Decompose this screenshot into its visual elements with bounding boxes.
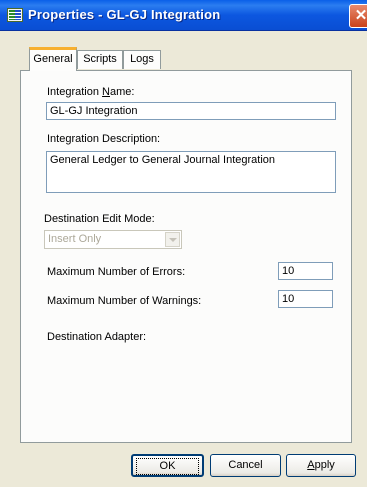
integration-name-field[interactable]: GL-GJ Integration — [46, 102, 336, 120]
destination-adapter-label: Destination Adapter: — [47, 331, 147, 343]
properties-dialog: Properties - GL-GJ Integration ✕ General… — [0, 0, 367, 487]
apply-button[interactable]: Apply — [286, 454, 356, 477]
integration-description-label: Integration Description: — [47, 133, 161, 145]
edit-mode-value: Insert Only — [48, 233, 102, 245]
window-title: Properties - GL-GJ Integration — [28, 7, 221, 22]
close-button[interactable]: ✕ — [349, 4, 367, 28]
destination-edit-mode-label: Destination Edit Mode: — [44, 213, 155, 225]
ok-button[interactable]: OK — [131, 454, 204, 477]
chevron-down-icon — [165, 232, 180, 247]
app-icon — [7, 8, 23, 22]
tab-logs[interactable]: Logs — [123, 50, 161, 69]
tab-general[interactable]: General — [29, 47, 77, 71]
title-bar[interactable]: Properties - GL-GJ Integration ✕ — [0, 0, 367, 31]
integration-name-label: Integration Name: — [47, 86, 135, 98]
integration-description-field[interactable]: General Ledger to General Journal Integr… — [46, 151, 336, 193]
max-warnings-field[interactable]: 10 — [278, 290, 333, 308]
max-errors-field[interactable]: 10 — [278, 262, 333, 280]
general-panel — [20, 70, 352, 443]
max-warnings-label: Maximum Number of Warnings: — [47, 295, 202, 307]
max-errors-label: Maximum Number of Errors: — [47, 266, 186, 278]
destination-edit-mode-select: Insert Only — [44, 230, 182, 249]
tab-scripts[interactable]: Scripts — [77, 50, 123, 69]
cancel-button[interactable]: Cancel — [210, 454, 281, 477]
